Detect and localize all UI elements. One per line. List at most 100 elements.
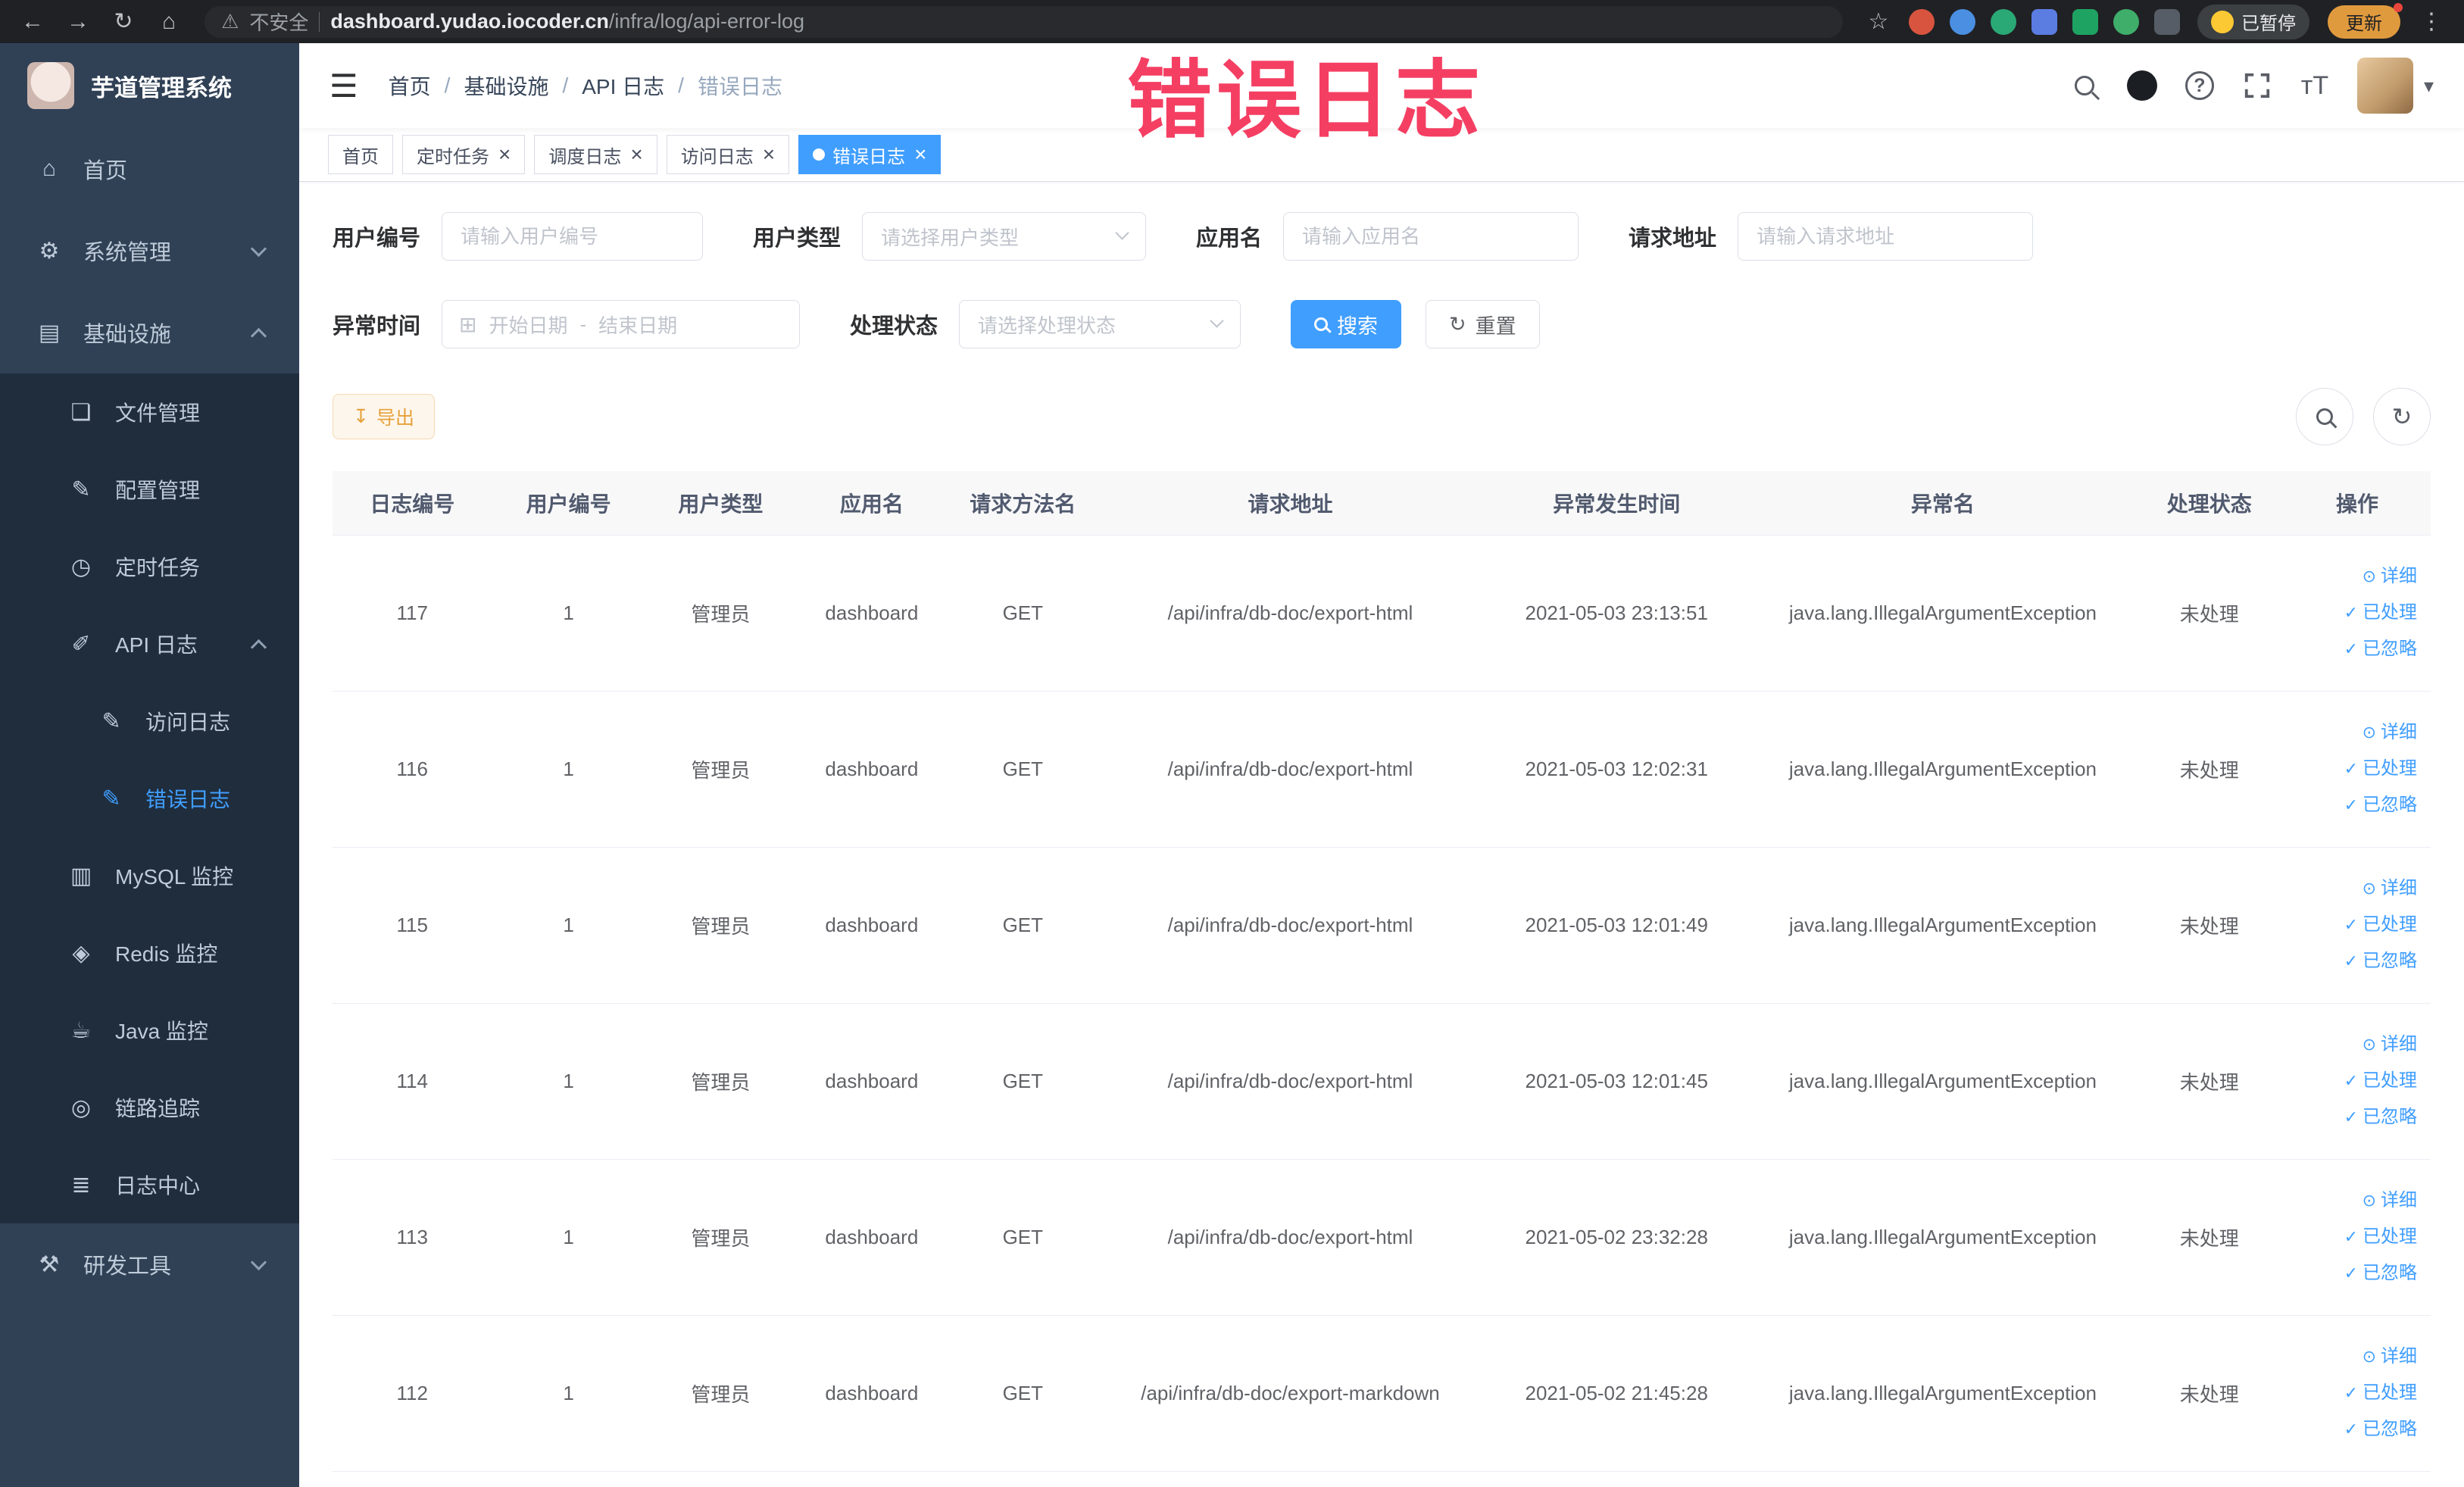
browser-home-icon[interactable]: ⌂ (148, 9, 189, 35)
extension-icon[interactable] (2113, 8, 2139, 35)
reload-icon[interactable]: ↻ (103, 8, 144, 35)
sidebar-item-home[interactable]: ⌂ 首页 (0, 128, 299, 210)
bookmark-star-icon[interactable]: ☆ (1858, 8, 1899, 35)
extension-icon[interactable] (1909, 8, 1935, 35)
action-detail-link[interactable]: ⊙ 详细 (2291, 714, 2417, 751)
browser-menu-icon[interactable]: ⋮ (2411, 8, 2452, 35)
close-icon[interactable]: × (630, 144, 642, 165)
chevron-down-icon (250, 240, 267, 257)
infra-icon: ▤ (38, 320, 61, 345)
app-logo[interactable]: 芋道管理系统 (0, 43, 299, 128)
export-button[interactable]: ↧ 导出 (333, 394, 435, 439)
action-process-link[interactable]: ✓ 已处理 (2291, 1219, 2417, 1255)
close-icon[interactable]: × (763, 144, 775, 165)
breadcrumb-item[interactable]: 基础设施 (464, 70, 548, 101)
action-detail-link[interactable]: ⊙ 详细 (2291, 1339, 2417, 1375)
action-ignore-link[interactable]: ✓ 已忽略 (2291, 943, 2417, 979)
sidebar-item-file[interactable]: ❏ 文件管理 (0, 373, 299, 451)
help-icon[interactable]: ? (2184, 69, 2215, 102)
tab-首页[interactable]: 首页 (328, 135, 393, 174)
sidebar-item-job[interactable]: ◷ 定时任务 (0, 528, 299, 605)
not-secure-warning-icon: ⚠ (221, 10, 239, 33)
tab-访问日志[interactable]: 访问日志 × (666, 135, 790, 174)
sidebar-item-infra[interactable]: ▤ 基础设施 (0, 292, 299, 373)
date-range-picker[interactable]: ⊞ 开始日期 - 结束日期 (442, 300, 801, 348)
refresh-button[interactable]: ↻ (2373, 388, 2431, 445)
search-button[interactable]: 搜索 (1291, 300, 1402, 348)
forward-icon[interactable]: → (58, 9, 98, 35)
sidebar-item-accesslog[interactable]: ✎ 访问日志 (0, 683, 299, 760)
font-size-icon[interactable]: тT (2300, 69, 2330, 102)
tab-label: 首页 (342, 146, 379, 167)
action-label: 已处理 (2363, 758, 2417, 779)
sidebar-item-logcenter[interactable]: ≣ 日志中心 (0, 1146, 299, 1223)
user-menu[interactable]: ▾ (2356, 58, 2434, 114)
search-toggle-button[interactable] (2296, 388, 2353, 445)
action-ignore-link[interactable]: ✓ 已忽略 (2291, 1099, 2417, 1136)
sidebar-item-label: 错误日志 (145, 788, 231, 811)
request-url-input[interactable] (1738, 212, 2034, 261)
cell-method: GET (947, 691, 1099, 848)
app-name-input[interactable] (1283, 212, 1579, 261)
sidebar-item-system[interactable]: ⚙ 系统管理 (0, 210, 299, 292)
browser-toolbar: ← → ↻ ⌂ ⚠ 不安全 dashboard.yudao.iocoder.cn… (0, 0, 2464, 43)
tab-label: 访问日志 (680, 146, 754, 167)
action-ignore-link[interactable]: ✓ 已忽略 (2291, 631, 2417, 667)
action-ignore-link[interactable]: ✓ 已忽略 (2291, 787, 2417, 823)
column-header: 用户类型 (645, 471, 797, 536)
paused-badge[interactable]: 已暂停 (2197, 4, 2309, 39)
tab-调度日志[interactable]: 调度日志 × (534, 135, 657, 174)
sidebar-item-java[interactable]: ☕ Java 监控 (0, 992, 299, 1069)
breadcrumb-item[interactable]: 首页 (389, 70, 431, 101)
extension-icon[interactable] (2154, 8, 2180, 35)
tab-错误日志[interactable]: 错误日志 × (798, 135, 942, 174)
filter-process-status: 处理状态 请选择处理状态 (850, 300, 1241, 348)
breadcrumb-item[interactable]: API 日志 (582, 70, 664, 101)
cell-status: 未处理 (2135, 535, 2284, 692)
tab-定时任务[interactable]: 定时任务 × (402, 135, 526, 174)
extension-icon[interactable] (2031, 8, 2057, 35)
sidebar-item-mysql[interactable]: ▥ MySQL 监控 (0, 837, 299, 914)
action-process-link[interactable]: ✓ 已处理 (2291, 751, 2417, 787)
extension-icon[interactable] (1991, 8, 2016, 35)
extension-icon[interactable] (1950, 8, 1975, 35)
action-process-link[interactable]: ✓ 已处理 (2291, 1375, 2417, 1411)
logo-image (27, 62, 74, 109)
action-process-link[interactable]: ✓ 已处理 (2291, 1063, 2417, 1099)
cell-exception-name: java.lang.IllegalArgumentException (1750, 1159, 2135, 1316)
action-detail-link[interactable]: ⊙ 详细 (2291, 1182, 2417, 1219)
close-icon[interactable]: × (914, 144, 926, 165)
action-detail-link[interactable]: ⊙ 详细 (2291, 558, 2417, 595)
update-button[interactable]: 更新 (2328, 2, 2403, 39)
cell-status: 未处理 (2135, 847, 2284, 1004)
action-detail-link[interactable]: ⊙ 详细 (2291, 870, 2417, 907)
filter-request-url: 请求地址 (1629, 212, 2034, 261)
sidebar-item-devtools[interactable]: ⚒ 研发工具 (0, 1223, 299, 1305)
hamburger-icon[interactable]: ☰ (329, 67, 358, 105)
github-icon[interactable] (2126, 69, 2157, 102)
close-icon[interactable]: × (498, 144, 511, 165)
reset-button[interactable]: ↻ 重置 (1426, 300, 1540, 348)
user-id-input[interactable] (442, 212, 704, 261)
address-bar[interactable]: ⚠ 不安全 dashboard.yudao.iocoder.cn/infra/l… (205, 5, 1843, 38)
url-domain: dashboard.yudao.iocoder.cn (330, 10, 609, 33)
sidebar: 芋道管理系统 ⌂ 首页 ⚙ 系统管理 ▤ 基础设施 ❏ 文件管理 ✎ 配置管理 ◷ 定时任务 ✐ API … (0, 43, 299, 1487)
back-icon[interactable]: ← (12, 9, 53, 35)
search-icon[interactable] (2069, 69, 2100, 102)
user-type-select[interactable]: 请选择用户类型 (862, 212, 1147, 261)
action-ignore-link[interactable]: ✓ 已忽略 (2291, 1411, 2417, 1448)
action-ignore-link[interactable]: ✓ 已忽略 (2291, 1255, 2417, 1292)
action-detail-link[interactable]: ⊙ 详细 (2291, 1026, 2417, 1063)
sidebar-item-config[interactable]: ✎ 配置管理 (0, 451, 299, 528)
sidebar-item-errorlog[interactable]: ✎ 错误日志 (0, 760, 299, 837)
sidebar-item-apilog[interactable]: ✐ API 日志 (0, 605, 299, 683)
fullscreen-icon[interactable] (2242, 69, 2272, 102)
sidebar-item-redis[interactable]: ◈ Redis 监控 (0, 914, 299, 992)
action-process-link[interactable]: ✓ 已处理 (2291, 595, 2417, 631)
sidebar-item-trace[interactable]: ◎ 链路追踪 (0, 1069, 299, 1146)
extension-icon[interactable] (2072, 8, 2098, 35)
chevron-down-icon (250, 1254, 267, 1270)
process-status-select[interactable]: 请选择处理状态 (959, 300, 1241, 348)
cell-exception-name: java.lang.IllegalArgumentException (1750, 1315, 2135, 1472)
action-process-link[interactable]: ✓ 已处理 (2291, 907, 2417, 943)
